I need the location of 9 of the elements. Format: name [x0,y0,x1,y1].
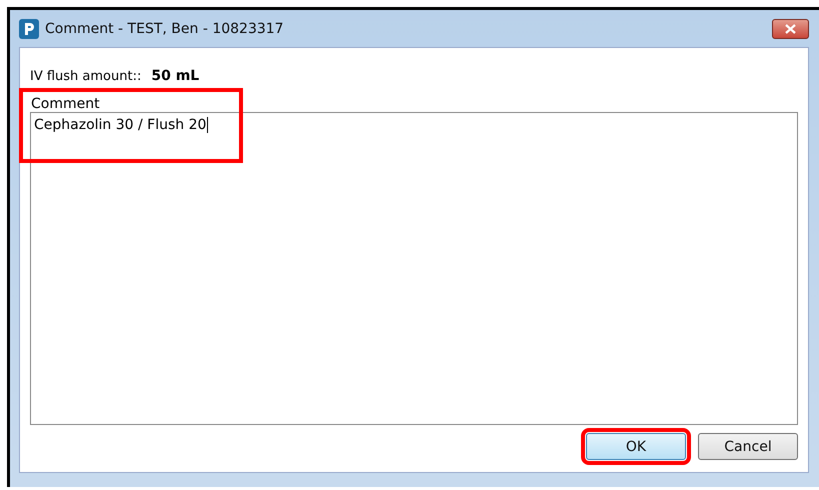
close-icon [785,24,796,34]
close-button[interactable] [772,18,809,38]
app-logo-icon [19,18,39,38]
comment-field[interactable]: Cephazolin 30 / Flush 20 [30,112,798,425]
field-label: IV flush amount:: [30,69,142,84]
field-value: 50 mL [151,68,200,84]
cancel-button[interactable]: Cancel [698,433,798,460]
window-title: Comment - TEST, Ben - 10823317 [45,20,285,36]
comment-label: Comment [31,96,101,112]
